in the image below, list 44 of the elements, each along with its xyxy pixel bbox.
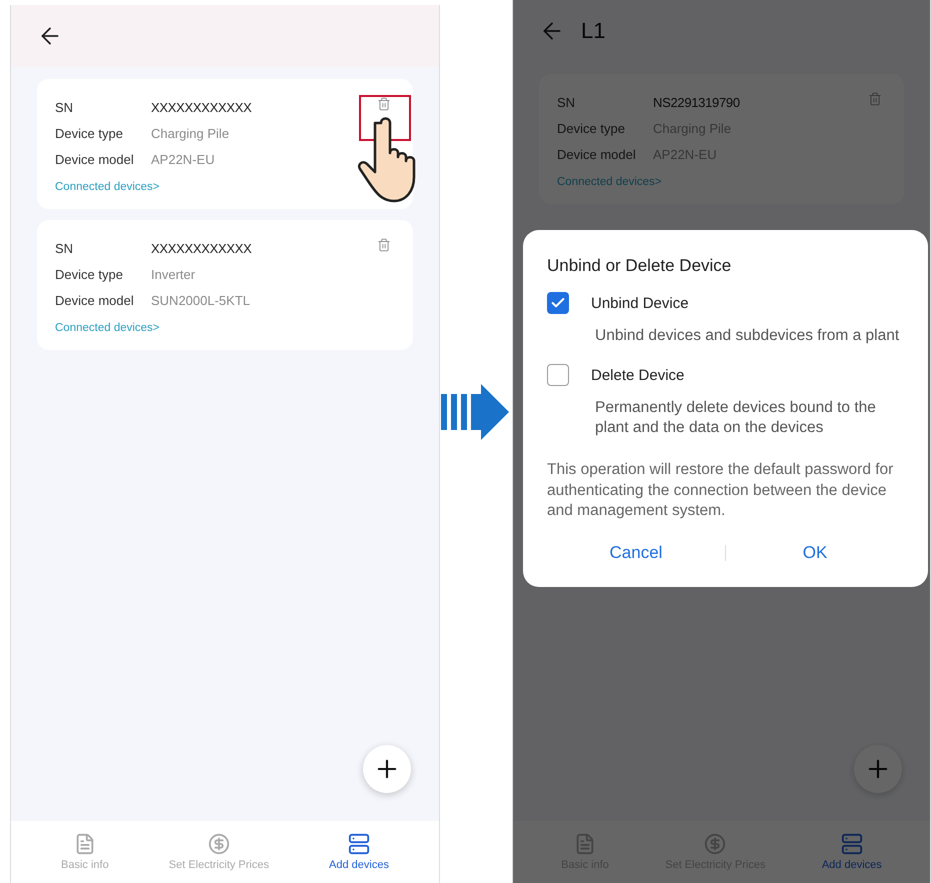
field-value: XXXXXXXXXXXX [151,240,252,256]
delete-icon[interactable] [377,97,391,111]
field-value: XXXXXXXXXXXX [151,100,252,114]
nav-tab[interactable]: Add devices [323,832,395,872]
field-value: NS2291319790 [653,94,740,110]
field-value: SUN2000L-5KTL [151,292,250,308]
dialog-button[interactable]: OK [726,536,904,569]
coin-icon [704,833,726,855]
option-description: Unbind devices and subdevices from a plant [595,326,900,346]
field-label: Device model [55,292,135,308]
field-label: SN [55,240,74,256]
field-label: Device model [557,146,637,162]
field-label: SN [557,94,576,110]
coin-icon [208,833,230,855]
option-description: Permanently delete devices bound to the plant and the data on the devices [595,398,877,438]
connected-devices-link[interactable]: Connected devices> [55,322,160,334]
arrow-icon [441,384,511,440]
add-button[interactable] [363,745,411,793]
connected-devices-link[interactable]: Connected devices> [55,181,160,193]
checkbox[interactable] [547,364,569,386]
dialog-title: Unbind or Delete Device [547,256,732,276]
screen-title: L1 [581,18,606,44]
nav-tab[interactable]: Add devices [816,832,888,872]
dialog-button[interactable]: Cancel [547,536,725,569]
delete-icon[interactable] [377,238,391,252]
field-label: Device type [557,120,626,136]
checkbox[interactable] [547,292,569,314]
connected-devices-link[interactable]: Connected devices> [557,176,662,188]
delete-icon[interactable] [868,92,882,106]
option-label: Unbind Device [591,294,689,312]
field-value: AP22N-EU [151,152,215,166]
field-label: SN [55,100,74,114]
dialog-note: This operation will restore the default password for authenticating the connection between the device and management system. [547,460,894,521]
document-icon [574,833,596,855]
nav-tab[interactable]: Set Electricity Prices [162,832,275,872]
option-label: Delete Device [591,366,684,384]
field-value: Charging Pile [151,126,230,140]
field-label: Device type [55,266,124,282]
field-label: Device type [55,126,124,140]
server-icon [348,833,370,855]
field-label: Device model [55,152,135,166]
server-icon [840,833,863,855]
nav-tab[interactable]: Basic info [55,832,115,872]
field-value: Inverter [151,266,196,282]
